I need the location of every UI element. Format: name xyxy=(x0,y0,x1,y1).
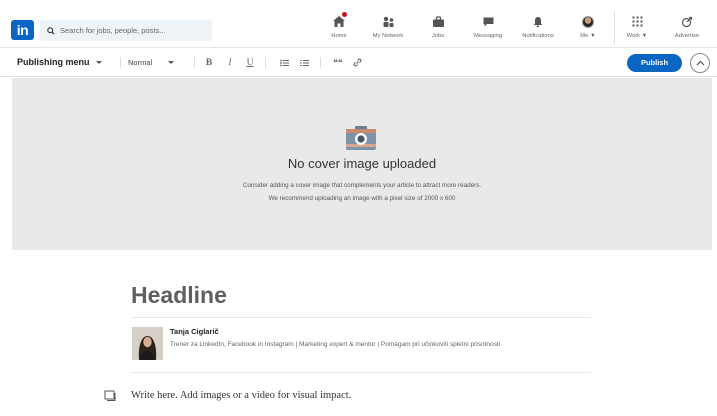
toolbar-divider xyxy=(120,57,121,68)
nav-me-label: Me ▼ xyxy=(580,33,596,39)
briefcase-icon xyxy=(432,15,444,27)
publishing-menu-label: Publishing menu xyxy=(17,57,90,67)
search-box[interactable] xyxy=(40,20,212,41)
numbered-list-icon xyxy=(299,59,309,66)
cover-image-upload-area[interactable]: No cover image uploaded Consider adding … xyxy=(12,78,712,250)
underline-button[interactable]: U xyxy=(245,56,255,69)
bulleted-list-button[interactable] xyxy=(279,56,289,69)
nav-divider xyxy=(614,12,615,44)
avatar xyxy=(582,15,594,28)
search-input[interactable] xyxy=(60,26,205,35)
publish-button[interactable]: Publish xyxy=(627,54,682,72)
nav-home[interactable]: Home xyxy=(327,11,351,45)
nav-notifications-label: Notifications xyxy=(522,33,554,39)
toolbar-divider xyxy=(265,57,266,68)
cover-title: No cover image uploaded xyxy=(287,156,437,171)
chevron-down-icon xyxy=(168,61,175,64)
nav-jobs-label: Jobs xyxy=(431,33,445,39)
nav-work[interactable]: Work ▼ xyxy=(622,13,652,45)
nav-my-network-label: My Network xyxy=(372,33,404,39)
notification-badge xyxy=(341,11,348,18)
chevron-down-icon xyxy=(95,60,102,64)
global-nav: in Home My Network xyxy=(0,0,717,48)
bell-icon xyxy=(533,16,543,27)
chat-icon xyxy=(483,17,493,26)
nav-messaging-label: Messaging xyxy=(473,33,503,39)
author-headline: Trener za LinkedIn, Facebook in Instagra… xyxy=(170,341,501,348)
article-body-input[interactable]: Write here. Add images or a video for vi… xyxy=(131,390,351,401)
quote-button[interactable]: ❝❝ xyxy=(333,56,343,69)
chevron-up-icon xyxy=(696,60,704,66)
nav-advertise[interactable]: Advertise xyxy=(669,13,705,45)
linkedin-logo[interactable]: in xyxy=(11,20,34,40)
collapse-toolbar-button[interactable] xyxy=(690,53,710,73)
network-icon xyxy=(383,16,393,27)
search-icon xyxy=(47,26,55,35)
divider xyxy=(131,372,591,373)
publishing-menu-dropdown[interactable]: Publishing menu xyxy=(17,57,102,67)
grid-icon xyxy=(632,16,642,27)
nav-work-label: Work ▼ xyxy=(626,33,648,39)
italic-button[interactable]: I xyxy=(225,56,235,69)
add-media-icon[interactable] xyxy=(104,390,116,401)
cover-hint-line-2: We recommend uploading an image with a p… xyxy=(268,195,456,202)
nav-me[interactable]: Me ▼ xyxy=(576,13,600,45)
nav-my-network[interactable]: My Network xyxy=(366,13,410,45)
bulleted-list-icon xyxy=(279,59,289,66)
toolbar-divider xyxy=(320,57,321,68)
advertise-icon xyxy=(681,16,693,27)
nav-notifications[interactable]: Notifications xyxy=(514,13,562,45)
bold-button[interactable]: B xyxy=(204,56,214,69)
text-style-label: Normal xyxy=(128,58,153,67)
author-avatar xyxy=(132,327,163,360)
nav-jobs[interactable]: Jobs xyxy=(427,13,449,45)
link-button[interactable] xyxy=(352,56,362,69)
divider xyxy=(131,317,591,318)
headline-input[interactable]: Headline xyxy=(131,282,227,309)
editor-toolbar: Publishing menu Normal B I U ❝❝ Publish xyxy=(0,49,717,77)
camera-icon xyxy=(346,126,376,150)
nav-home-label: Home xyxy=(331,33,347,39)
link-icon xyxy=(353,58,361,67)
text-style-dropdown[interactable]: Normal xyxy=(128,58,175,67)
toolbar-divider xyxy=(194,57,195,68)
nav-messaging[interactable]: Messaging xyxy=(466,13,510,45)
author-name: Tanja Ciglarič xyxy=(170,327,219,336)
nav-advertise-label: Advertise xyxy=(674,33,700,39)
numbered-list-button[interactable] xyxy=(299,56,309,69)
cover-hint-line-1: Consider adding a cover image that compl… xyxy=(242,182,482,189)
